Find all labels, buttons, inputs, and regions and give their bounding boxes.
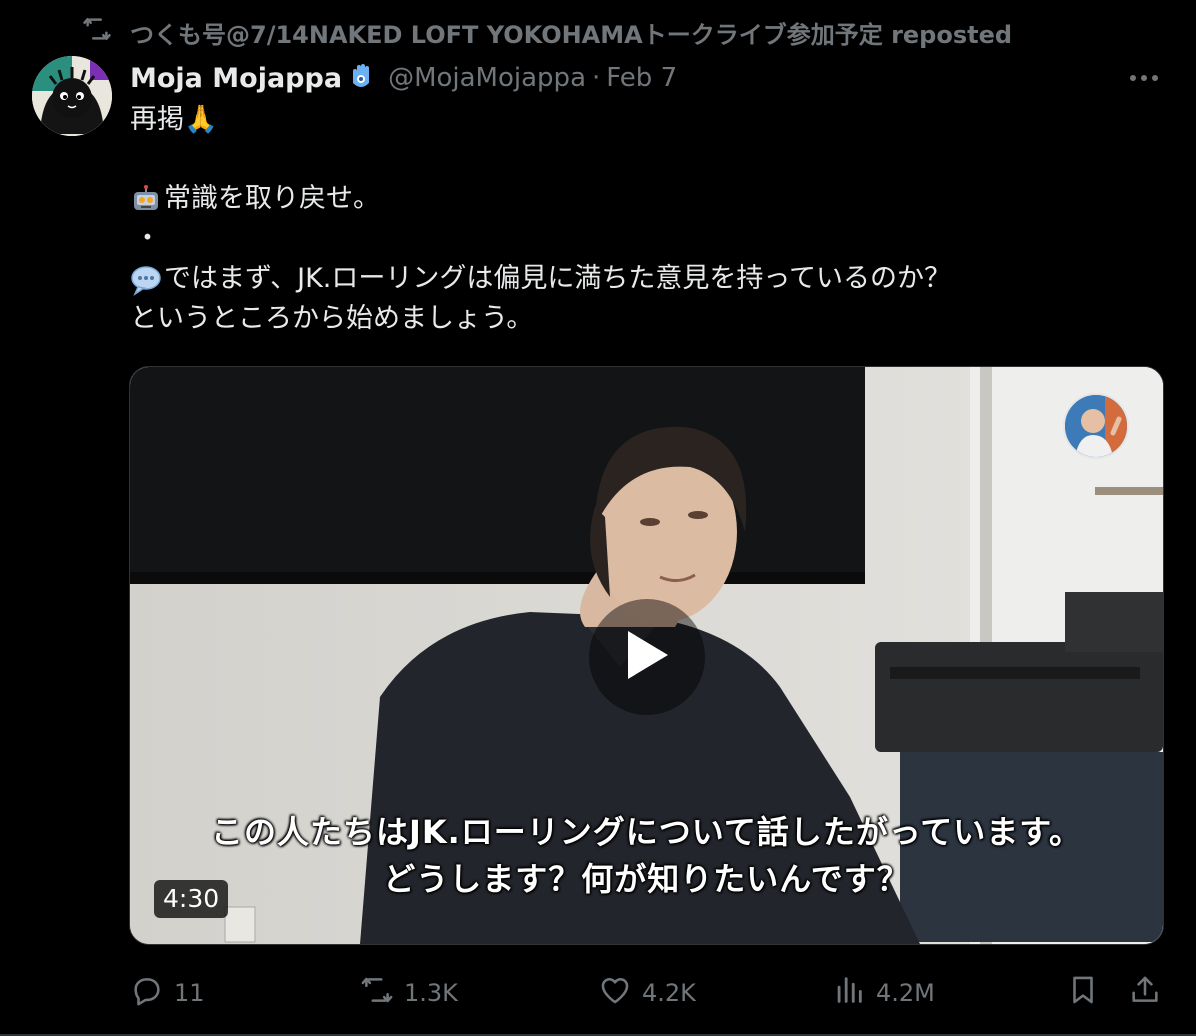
bookmark-icon <box>1066 973 1100 1013</box>
robot-emoji-icon <box>130 179 164 219</box>
bookmark-button[interactable] <box>1066 972 1100 1014</box>
views-count: 4.2M <box>876 979 935 1007</box>
like-button[interactable]: 4.2K <box>598 972 696 1014</box>
creator-avatar <box>1063 393 1129 459</box>
post-line-3: ・ <box>134 223 161 254</box>
post-line-5: というところから始めましょう。 <box>130 303 534 334</box>
post-line-4: ではまず、JK.ローリングは偏見に満ちた意見を持っているのか？ <box>130 259 1130 299</box>
repost-icon <box>360 973 394 1013</box>
action-bar: 11 1.3K 4.2K 4.2M <box>0 972 1196 1014</box>
post-date[interactable]: Feb 7 <box>606 63 677 93</box>
post-line-2: 常識を取り戻せ。 <box>130 179 1130 219</box>
repost-count: 1.3K <box>404 979 458 1007</box>
author-handle[interactable]: @MojaMojappa <box>388 63 586 93</box>
video-subtitle-line-2: どうします？何が知りたいんです？ <box>383 860 910 898</box>
author-name[interactable]: Moja Mojappa <box>130 63 342 94</box>
post-line-1: 再掲🙏 <box>130 104 218 135</box>
video-subtitle-line-1: この人たちはJK.ローリングについて話したがっています。 <box>210 813 1083 851</box>
reply-count: 11 <box>174 979 205 1007</box>
speech-bubble-emoji-icon <box>130 259 164 299</box>
views-button[interactable]: 4.2M <box>832 972 935 1014</box>
repost-button[interactable]: 1.3K <box>360 972 458 1014</box>
share-button[interactable] <box>1128 972 1162 1014</box>
repost-icon <box>82 14 112 50</box>
video-player[interactable]: この人たちはJK.ローリングについて話したがっています。 どうします？何が知りた… <box>129 366 1164 945</box>
views-icon <box>832 973 866 1013</box>
heart-icon <box>598 973 632 1013</box>
separator-dot: · <box>592 63 601 93</box>
avatar[interactable] <box>32 56 112 136</box>
more-options-button[interactable] <box>1118 60 1170 92</box>
play-button[interactable] <box>589 599 705 715</box>
more-icon <box>1128 67 1160 86</box>
like-count: 4.2K <box>642 979 696 1007</box>
share-icon <box>1128 973 1162 1013</box>
post-text: 再掲🙏 常識を取り戻せ。 ・ ではまず、JK.ローリングは偏見に満ちた意見を持っ… <box>130 100 1130 339</box>
repost-indicator[interactable]: つくも号@7/14NAKED LOFT YOKOHAMAトークライブ参加予定 r… <box>82 14 1013 50</box>
play-icon <box>624 629 670 685</box>
repost-text: つくも号@7/14NAKED LOFT YOKOHAMAトークライブ参加予定 r… <box>130 20 1013 49</box>
hamsa-icon <box>342 61 388 95</box>
reply-icon <box>130 973 164 1013</box>
reply-button[interactable]: 11 <box>130 972 205 1014</box>
video-duration-badge: 4:30 <box>154 880 229 918</box>
post-header: Moja Mojappa @MojaMojappa · Feb 7 <box>130 58 677 98</box>
